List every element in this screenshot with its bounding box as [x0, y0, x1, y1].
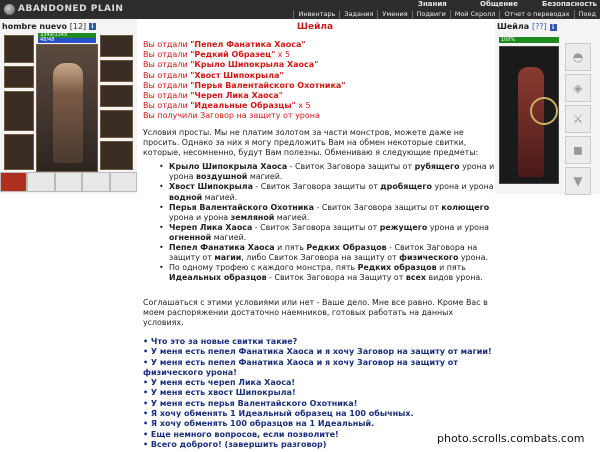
npc-title: Шейла [??] i — [497, 22, 557, 31]
term-item: Пепел Фанатика Хаоса и пять Редких Образ… — [159, 243, 495, 263]
npc-name[interactable]: Шейла — [497, 22, 529, 31]
menu-communication[interactable]: Общение — [476, 0, 538, 9]
answer-option[interactable]: • У меня есть пепел Фанатика Хаоса и я х… — [143, 358, 495, 379]
given-line: Вы отдали "Перья Валентайского Охотника" — [143, 80, 346, 90]
player-figure — [53, 63, 83, 163]
menu-my-scroll[interactable]: Мой Скролл — [449, 10, 500, 19]
menu-quests[interactable]: Задания — [339, 10, 377, 19]
npc-hp-bar: 100% — [499, 37, 559, 43]
npc-equipment: ◓ ◈ ⚔ ◼ ▼ — [565, 43, 595, 198]
intro-text: Условия просты. Мы не платим золотом за … — [143, 128, 479, 158]
player-panel: hombre nuevo [12] i 3349/3349 48/48 — [0, 19, 138, 194]
belt-slot[interactable] — [0, 172, 28, 192]
exchange-terms: Крыло Шипокрыла Хаоса - Свиток Заговора … — [159, 162, 495, 283]
npc-weapon-slot: ⚔ — [565, 105, 591, 133]
npc-panel: Шейла [??] i 100% ◓ ◈ ⚔ ◼ ▼ — [495, 19, 600, 195]
player-info-icon[interactable]: i — [88, 23, 96, 30]
ring-slot[interactable] — [100, 85, 133, 107]
given-line: Вы отдали "Идеальные Образцы" x 5 — [143, 101, 311, 111]
menu-security[interactable]: Безопасность — [538, 0, 600, 9]
npc-armor-slot: ◼ — [565, 136, 591, 164]
answer-option[interactable]: • У меня есть перья Валентайского Охотни… — [143, 399, 495, 409]
earring-slot[interactable] — [100, 35, 133, 57]
belt-slots — [0, 172, 138, 192]
logo-text: ABANDONED PLAIN — [18, 4, 124, 14]
top-bar: ABANDONED PLAIN Знания Общение Безопасно… — [0, 0, 600, 19]
term-item: Череп Лика Хаоса - Свиток Заговора защит… — [159, 223, 495, 243]
logo-emblem-icon — [4, 4, 15, 15]
necklace-slot[interactable] — [100, 60, 133, 82]
conditions-text: Соглашаться с этими условиями или нет - … — [143, 298, 488, 328]
npc-info-icon[interactable]: i — [549, 24, 557, 31]
belt-slot[interactable] — [82, 172, 110, 192]
npc-help-link[interactable]: [??] — [532, 22, 547, 31]
menu-knowledge[interactable]: Знания — [414, 0, 476, 9]
term-item: По одному трофею с каждого монстра, пять… — [159, 263, 495, 283]
term-item: Крыло Шипокрыла Хаоса - Свиток Заговора … — [159, 162, 495, 182]
shield-slot[interactable] — [100, 141, 133, 170]
answer-option[interactable]: • Я хочу обменять 100 образцов на 1 Идеа… — [143, 419, 495, 429]
amulet-slot[interactable] — [4, 66, 34, 88]
npc-helmet-slot: ◓ — [565, 43, 591, 71]
sub-menu: Инвентарь Задания Умения Подвиги Мой Скр… — [293, 10, 600, 19]
given-line: Вы отдали "Хвост Шипокрыла" — [143, 70, 284, 80]
answer-option[interactable]: • У меня есть череп Лика Хаоса! — [143, 378, 495, 388]
player-level: [12] — [69, 22, 87, 31]
answer-option[interactable]: • У меня есть хвост Шипокрыла! — [143, 388, 495, 398]
term-item: Перья Валентайского Охотника - Свиток За… — [159, 203, 495, 223]
gloves-slot[interactable] — [100, 110, 133, 138]
watermark-text: photo.scrolls.combats.com — [437, 432, 585, 445]
menu-travel[interactable]: Поед — [573, 10, 600, 19]
belt-slot[interactable] — [54, 172, 83, 192]
dialog-title: Шейла — [296, 22, 334, 32]
npc-wheel-icon — [530, 97, 558, 125]
dialog-body: Условия просты. Мы не платим золотом за … — [143, 128, 495, 283]
given-line: Вы отдали "Крыло Шипокрыла Хаоса" — [143, 60, 319, 70]
belt-slot[interactable] — [27, 172, 55, 192]
game-logo[interactable]: ABANDONED PLAIN — [2, 1, 132, 17]
transaction-log: Вы отдали "Пепел Фанатика Хаоса" Вы отда… — [143, 40, 488, 122]
answer-option[interactable]: • Что это за новые свитки такие? — [143, 337, 495, 347]
menu-inventory[interactable]: Инвентарь — [293, 10, 339, 19]
menu-skills[interactable]: Умения — [377, 10, 411, 19]
helmet-slot[interactable] — [4, 35, 34, 63]
answer-option[interactable]: • Я хочу обменять 1 Идеальный образец на… — [143, 409, 495, 419]
weapon-slot[interactable] — [4, 91, 34, 131]
npc-shield-slot: ◈ — [565, 74, 591, 102]
given-line: Вы отдали "Пепел Фанатика Хаоса" — [143, 40, 306, 49]
player-mana-bar: 48/48 — [38, 38, 96, 43]
player-portrait[interactable] — [36, 44, 98, 172]
npc-portrait — [499, 46, 559, 184]
term-item: Хвост Шипокрыла - Свиток Заговора защиты… — [159, 182, 495, 202]
answer-option[interactable]: • У меня есть пепел Фанатика Хаоса и я х… — [143, 347, 495, 357]
player-name[interactable]: hombre nuevo — [2, 22, 67, 31]
menu-transfer-report[interactable]: Отчет о переводах — [499, 10, 573, 19]
top-menu: Знания Общение Безопасность — [414, 0, 600, 9]
given-line: Вы отдали "Редкий Образец" x 5 — [143, 50, 291, 60]
player-title: hombre nuevo [12] i — [2, 22, 96, 31]
belt-slot[interactable] — [109, 172, 138, 192]
given-line: Вы отдали "Череп Лика Хаоса" — [143, 91, 283, 101]
npc-boots-slot: ▼ — [565, 167, 591, 195]
menu-achievements[interactable]: Подвиги — [411, 10, 450, 19]
received-line: Вы получили Заговор на защиту от урона — [143, 111, 320, 121]
armor-slot[interactable] — [4, 134, 34, 170]
